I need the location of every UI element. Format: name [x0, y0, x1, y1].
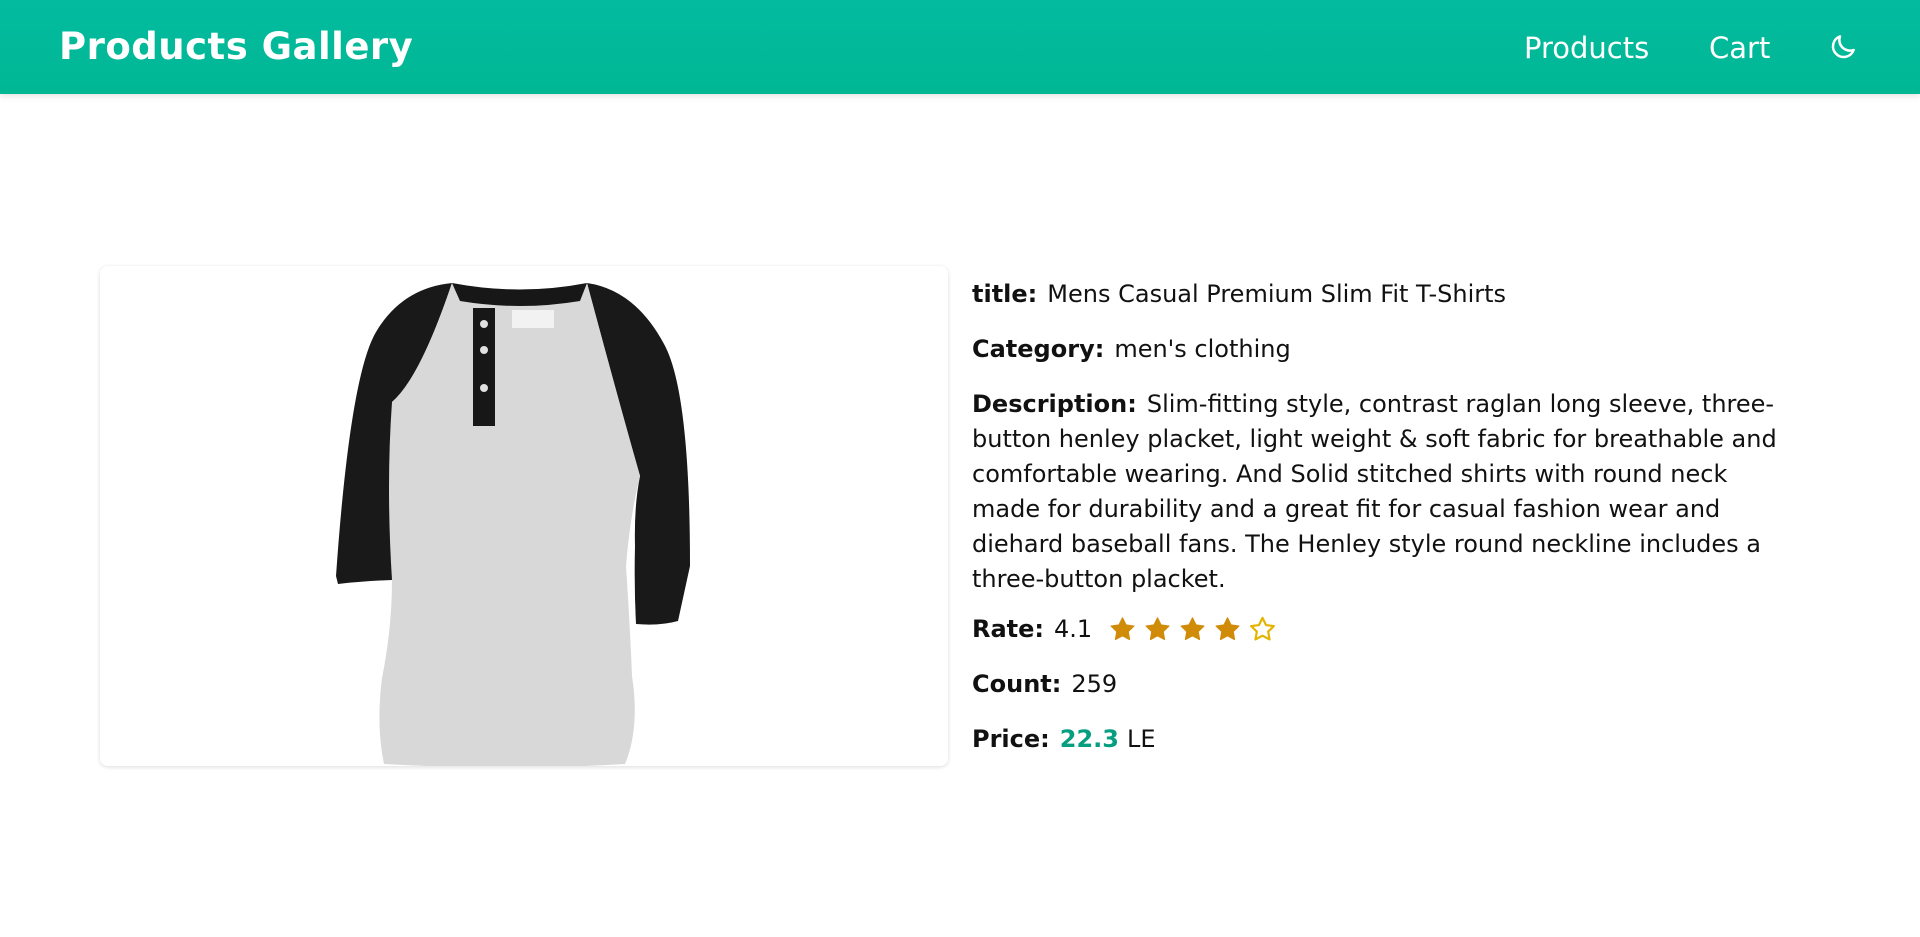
price-value: 22.3 — [1059, 725, 1119, 753]
star-outline-icon — [1250, 616, 1276, 641]
nav-link-cart[interactable]: Cart — [1709, 31, 1770, 65]
product-title: Mens Casual Premium Slim Fit T-Shirts — [1047, 280, 1507, 308]
product-description: Slim-fitting style, contrast raglan long… — [972, 390, 1777, 593]
price-label: Price: — [972, 725, 1050, 753]
product-price-row: Price: 22.3 LE — [972, 722, 1802, 757]
product-category: men's clothing — [1114, 335, 1291, 363]
brand-title[interactable]: Products Gallery — [59, 25, 413, 68]
title-label: title: — [972, 280, 1038, 308]
product-count-row: Count: 259 — [972, 667, 1802, 702]
star-icon — [1145, 617, 1170, 641]
star-icon — [1215, 617, 1240, 641]
star-icon — [1180, 617, 1205, 641]
rate-label: Rate: — [972, 615, 1045, 643]
rate-value: 4.1 — [1054, 615, 1093, 643]
product-count: 259 — [1071, 670, 1118, 698]
product-image — [100, 266, 948, 766]
product-image-card — [100, 266, 948, 766]
rating-stars — [1108, 615, 1277, 644]
currency: LE — [1126, 725, 1156, 753]
navbar: Products Gallery Products Cart — [0, 0, 1920, 94]
category-label: Category: — [972, 335, 1105, 363]
product-title-row: title: Mens Casual Premium Slim Fit T-Shi… — [972, 277, 1802, 312]
description-label: Description: — [972, 390, 1137, 418]
nav-link-products[interactable]: Products — [1524, 31, 1649, 65]
product-description-row: Description: Slim-fitting style, contrast… — [972, 387, 1802, 597]
product-rate-row: Rate: 4.1 — [972, 612, 1802, 647]
count-label: Count: — [972, 670, 1062, 698]
product-category-row: Category: men's clothing — [972, 332, 1802, 367]
moon-icon[interactable] — [1828, 32, 1858, 62]
star-icon — [1110, 617, 1135, 641]
